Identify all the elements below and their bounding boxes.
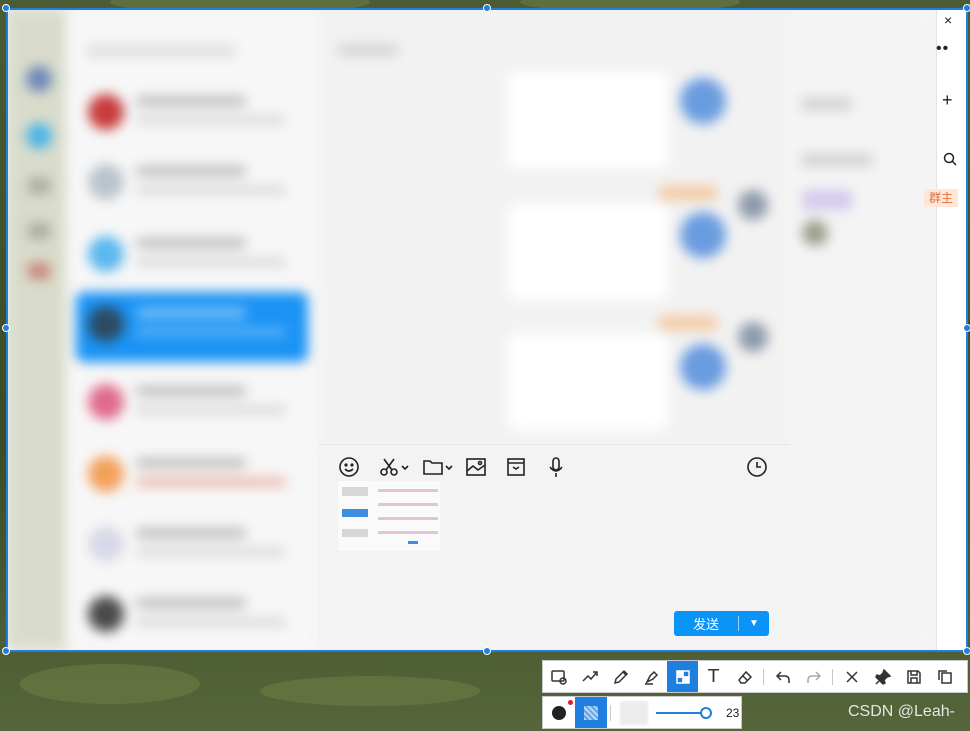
app-nav-strip	[6, 8, 66, 650]
text-icon[interactable]: T	[698, 661, 729, 692]
more-icon[interactable]: ••	[936, 40, 949, 58]
scissors-icon[interactable]	[378, 455, 410, 479]
image-icon[interactable]	[465, 455, 487, 479]
resize-handle-bottom[interactable]	[483, 647, 491, 655]
emoji-icon[interactable]	[338, 455, 360, 479]
brush-size-value: 23	[726, 705, 740, 720]
resize-handle-bottom-right[interactable]	[963, 647, 970, 655]
slider-track	[656, 711, 706, 714]
save-icon[interactable]	[898, 661, 929, 692]
resize-handle-right[interactable]	[963, 324, 970, 332]
search-icon[interactable]	[943, 152, 957, 171]
message-composer: 发送 ▼	[318, 444, 790, 650]
redo-icon[interactable]	[798, 661, 829, 692]
color-indicator-icon	[568, 700, 573, 705]
group-info-panel	[788, 8, 938, 650]
toolbar-divider	[610, 704, 611, 721]
eraser-icon[interactable]	[729, 661, 760, 692]
mosaic-style-button[interactable]	[575, 697, 607, 728]
undo-icon[interactable]	[767, 661, 798, 692]
brush-preview	[620, 700, 648, 725]
close-icon[interactable]	[836, 661, 867, 692]
box-icon[interactable]	[505, 455, 527, 479]
microphone-icon[interactable]	[545, 455, 567, 479]
send-button-label: 发送	[692, 617, 719, 632]
highlighter-icon[interactable]	[636, 661, 667, 692]
mosaic-icon[interactable]	[667, 661, 698, 692]
resize-handle-left[interactable]	[2, 324, 10, 332]
chat-messages	[318, 8, 788, 444]
send-button[interactable]: 发送 ▼	[674, 611, 769, 636]
screenshot-toolbar: T	[542, 660, 968, 693]
resize-handle-top-right[interactable]	[963, 4, 970, 12]
slider-handle[interactable]	[700, 706, 712, 719]
resize-handle-top[interactable]	[483, 4, 491, 12]
resize-handle-bottom-left[interactable]	[2, 647, 10, 655]
copy-icon[interactable]	[929, 661, 960, 692]
owner-tag: 群主	[924, 189, 958, 207]
close-icon[interactable]: ×	[944, 12, 952, 28]
brush-color-dot-icon[interactable]	[543, 697, 575, 728]
toolbar-divider	[763, 668, 764, 685]
plus-icon[interactable]: +	[942, 90, 953, 111]
conversation-list	[66, 8, 318, 650]
folder-icon[interactable]	[422, 455, 454, 479]
pasted-image-thumbnail[interactable]	[338, 481, 440, 551]
pin-icon[interactable]	[867, 661, 898, 692]
text-icon-glyph: T	[708, 666, 719, 687]
brush-size-slider[interactable]	[656, 706, 712, 719]
shape-icon[interactable]	[543, 661, 574, 692]
mosaic-pattern-icon	[584, 705, 598, 720]
resize-handle-top-left[interactable]	[2, 4, 10, 12]
brush-options-bar: 23	[542, 696, 742, 729]
pen-icon[interactable]	[605, 661, 636, 692]
watermark: CSDN @Leah-	[848, 703, 955, 720]
polyline-icon[interactable]	[574, 661, 605, 692]
chevron-down-icon[interactable]: ▼	[739, 618, 769, 629]
toolbar-divider	[832, 668, 833, 685]
clock-icon[interactable]	[746, 455, 768, 479]
